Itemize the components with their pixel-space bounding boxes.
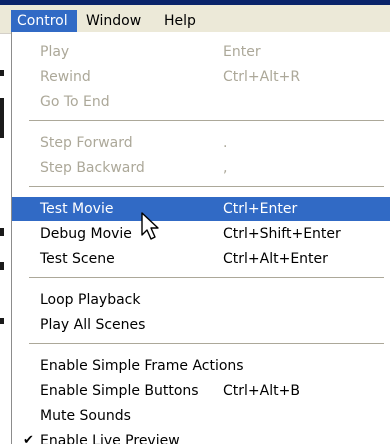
menu-item-label: Go To End <box>40 94 110 110</box>
menu-item-shortcut: . <box>223 135 228 151</box>
control-menu-dropdown: Play Enter Rewind Ctrl+Alt+R Go To End Step F… <box>11 32 390 444</box>
menu-separator <box>29 186 384 187</box>
menu-item-label: Debug Movie <box>40 226 132 242</box>
menu-separator <box>29 343 384 344</box>
menu-item-test-scene[interactable]: Test Scene Ctrl+Alt+Enter <box>12 247 390 271</box>
menu-item-loop-playback[interactable]: Loop Playback <box>12 288 390 312</box>
menu-item-label: Test Movie <box>40 201 114 217</box>
menu-item-shortcut: Ctrl+Alt+Enter <box>223 251 328 267</box>
menubar-help[interactable]: Help <box>158 10 208 32</box>
menu-item-shortcut: Ctrl+Shift+Enter <box>223 226 341 242</box>
menu-separator <box>29 120 384 121</box>
menu-item-enable-simple-buttons[interactable]: Enable Simple Buttons Ctrl+Alt+B <box>12 379 390 403</box>
menu-item-mute-sounds[interactable]: Mute Sounds <box>12 404 390 428</box>
menu-item-step-forward[interactable]: Step Forward. <box>12 131 390 155</box>
menu-item-label: Step Backward <box>40 160 145 176</box>
menu-item-step-backward[interactable]: Step Backward, <box>12 156 390 180</box>
menu-item-enable-simple-frame-actions[interactable]: Enable Simple Frame Actions <box>12 354 390 378</box>
menu-separator <box>29 277 384 278</box>
menu-item-label: Step Forward <box>40 135 133 151</box>
menu-item-rewind[interactable]: Rewind Ctrl+Alt+R <box>12 65 390 89</box>
menu-item-shortcut: , <box>223 160 228 176</box>
background-mark <box>0 98 4 138</box>
menu-item-shortcut: Ctrl+Alt+B <box>223 383 300 399</box>
background-app-strip <box>0 0 11 444</box>
title-bar-edge <box>0 0 390 5</box>
menu-item-label: Test Scene <box>40 251 115 267</box>
menu-item-shortcut: Ctrl+Enter <box>223 201 298 217</box>
menubar-control[interactable]: Control <box>11 10 77 32</box>
menu-item-label: Play All Scenes <box>40 317 146 333</box>
menu-item-shortcut: Ctrl+Alt+R <box>223 69 301 85</box>
menu-item-go-to-end[interactable]: Go To End <box>12 90 390 114</box>
menu-item-label: Rewind <box>40 69 91 85</box>
menu-bar: Control Window Help <box>0 0 390 34</box>
menu-item-play[interactable]: Play Enter <box>12 40 390 64</box>
menu-item-label: Enable Live Preview <box>40 433 180 444</box>
menu-item-enable-live-preview[interactable]: ✔ Enable Live Preview <box>12 429 390 444</box>
menu-item-debug-movie[interactable]: Debug Movie Ctrl+Shift+Enter <box>12 222 390 246</box>
menu-item-shortcut: Enter <box>223 44 261 60</box>
arrow-cursor-icon <box>141 212 159 240</box>
menubar-window[interactable]: Window <box>80 10 156 32</box>
menu-item-label: Enable Simple Frame Actions <box>40 358 244 374</box>
background-mark <box>0 318 4 324</box>
background-mark <box>0 70 4 76</box>
menu-item-test-movie[interactable]: Test Movie Ctrl+Enter <box>12 197 390 221</box>
menu-item-play-all-scenes[interactable]: Play All Scenes <box>12 313 390 337</box>
app-window: Control Window Help Play Enter Rewind Ctrl+… <box>0 0 390 444</box>
menu-item-label: Play <box>40 44 70 60</box>
menu-item-label: Mute Sounds <box>40 408 131 424</box>
menu-item-label: Enable Simple Buttons <box>40 383 199 399</box>
menu-item-label: Loop Playback <box>40 292 141 308</box>
check-icon: ✔ <box>23 433 34 444</box>
background-mark <box>0 262 4 270</box>
background-mark <box>0 228 4 236</box>
